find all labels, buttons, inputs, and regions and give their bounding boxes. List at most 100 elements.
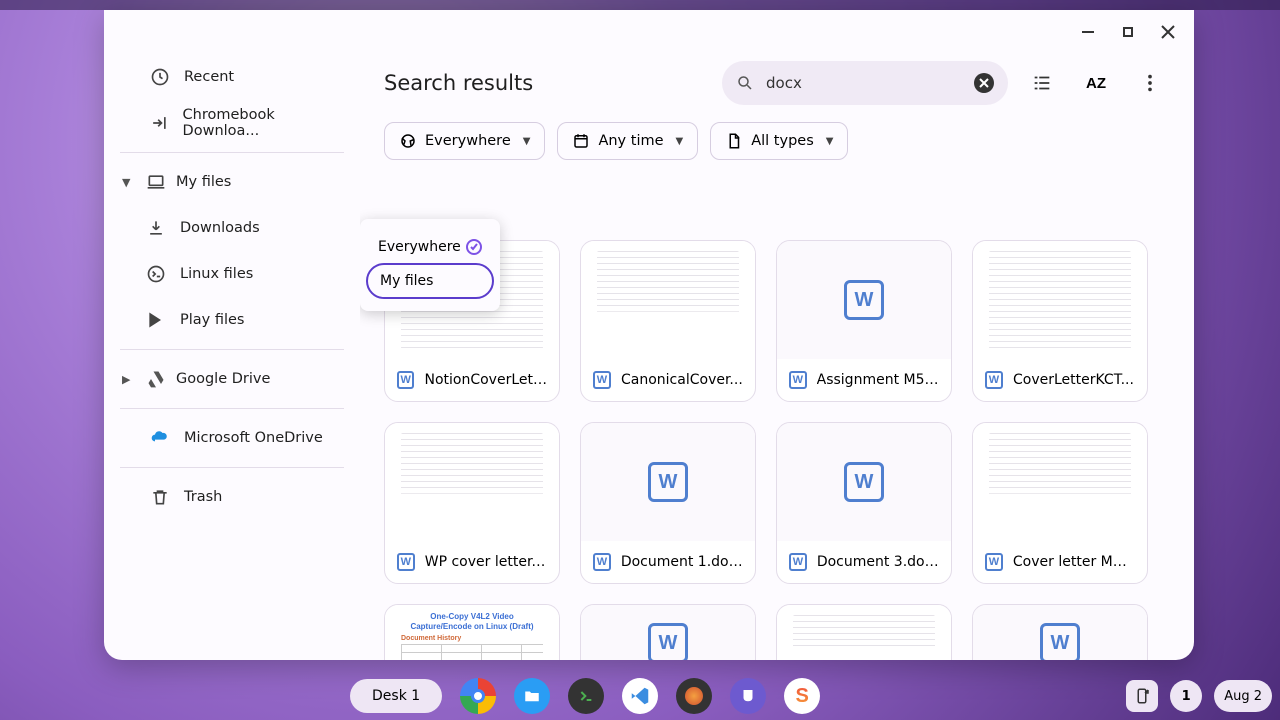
phone-hub-icon: [1133, 687, 1151, 705]
vscode-icon: [629, 685, 651, 707]
file-card[interactable]: WWAssignment M5....: [776, 240, 952, 402]
file-card[interactable]: W: [580, 604, 756, 660]
sidebar-label: Google Drive: [176, 371, 270, 387]
location-option-everywhere[interactable]: Everywhere: [366, 231, 494, 263]
window-titlebar: [104, 10, 1194, 54]
word-icon: W: [789, 371, 807, 389]
sidebar-item-onedrive[interactable]: Microsoft OneDrive: [120, 415, 344, 461]
trash-icon: [150, 487, 170, 507]
terminal-icon: [146, 264, 166, 284]
word-icon: W: [1040, 623, 1080, 660]
chevron-down-icon: ▼: [676, 136, 684, 147]
word-icon: W: [985, 553, 1003, 571]
word-icon: W: [648, 623, 688, 660]
date-display[interactable]: Aug 2: [1214, 680, 1272, 712]
search-input[interactable]: [766, 74, 962, 92]
file-icon: [725, 132, 743, 150]
sidebar-item-google-drive[interactable]: ▶ Google Drive: [120, 356, 344, 402]
folder-icon: [523, 687, 541, 705]
file-card[interactable]: [776, 604, 952, 660]
app-icon: S: [795, 685, 808, 708]
file-card[interactable]: WWP cover letter....: [384, 422, 560, 584]
app-terminal[interactable]: [568, 678, 604, 714]
desk-switcher[interactable]: Desk 1: [350, 679, 442, 713]
sidebar-item-play-files[interactable]: Play files: [120, 297, 344, 343]
app-icon: [685, 687, 703, 705]
file-name: Document 1.docx: [621, 554, 743, 570]
word-icon: W: [593, 371, 611, 389]
app-mastodon[interactable]: [730, 678, 766, 714]
file-name: WP cover letter....: [425, 554, 547, 570]
file-card[interactable]: WWDocument 1.docx: [580, 422, 756, 584]
sidebar-label: Linux files: [180, 266, 253, 282]
main-pane: Search results AZ Everywhere ▼: [360, 54, 1194, 660]
close-button[interactable]: [1152, 16, 1184, 48]
app-pinned-2[interactable]: S: [784, 678, 820, 714]
file-card[interactable]: W: [972, 604, 1148, 660]
app-chrome[interactable]: [460, 678, 496, 714]
word-icon: W: [844, 462, 884, 502]
sidebar-item-recent[interactable]: Recent: [120, 54, 344, 100]
file-name: CoverLetterKCT...: [1013, 372, 1134, 388]
sidebar-item-linux-files[interactable]: Linux files: [120, 251, 344, 297]
google-drive-icon: [146, 369, 166, 389]
clear-search-button[interactable]: [974, 73, 994, 93]
shelf: Desk 1 S 1 Aug 2: [0, 672, 1280, 720]
document-thumbnail: [597, 251, 739, 349]
phone-hub-button[interactable]: [1126, 680, 1158, 712]
status-area[interactable]: 1 Aug 2: [1126, 680, 1272, 712]
maximize-icon: [1123, 27, 1133, 37]
file-name: NotionCoverLett...: [424, 372, 547, 388]
sidebar: Recent Chromebook Downloa... ▼ My files …: [104, 54, 360, 660]
filter-type[interactable]: All types ▼: [710, 122, 848, 160]
filter-location[interactable]: Everywhere ▼: [384, 122, 545, 160]
chevron-down-icon: ▼: [122, 176, 136, 189]
files-window: Recent Chromebook Downloa... ▼ My files …: [104, 10, 1194, 660]
globe-icon: [399, 132, 417, 150]
file-name: Cover letter MC...: [1013, 554, 1135, 570]
app-pinned-1[interactable]: [676, 678, 712, 714]
sidebar-label: My files: [176, 174, 231, 190]
sidebar-label: Chromebook Downloa...: [183, 107, 338, 139]
terminal-icon: [578, 688, 594, 704]
close-icon: [1161, 25, 1175, 39]
page-title: Search results: [384, 71, 708, 95]
sidebar-item-chromebook-downloads[interactable]: Chromebook Downloa...: [120, 100, 344, 146]
file-card[interactable]: WCoverLetterKCT...: [972, 240, 1148, 402]
list-view-icon: [1031, 72, 1053, 94]
file-card[interactable]: W CanonicalCover...: [580, 240, 756, 402]
sidebar-item-downloads[interactable]: Downloads: [120, 205, 344, 251]
results-grid: W NotionCoverLett... W CanonicalCover... WWA…: [384, 240, 1170, 660]
sort-button[interactable]: AZ: [1076, 63, 1116, 103]
maximize-button[interactable]: [1112, 16, 1144, 48]
sidebar-label: Play files: [180, 312, 245, 328]
document-thumbnail: [989, 251, 1131, 349]
search-icon: [736, 74, 754, 92]
play-store-icon: [146, 310, 166, 330]
sidebar-item-trash[interactable]: Trash: [120, 474, 344, 520]
file-card[interactable]: One-Copy V4L2 VideoCapture/Encode on Lin…: [384, 604, 560, 660]
sidebar-label: Microsoft OneDrive: [184, 430, 323, 446]
document-thumbnail: [401, 433, 543, 531]
sidebar-item-my-files[interactable]: ▼ My files: [120, 159, 344, 205]
file-name: CanonicalCover...: [621, 372, 743, 388]
mastodon-icon: [739, 687, 757, 705]
document-thumbnail: [793, 615, 935, 660]
app-files[interactable]: [514, 678, 550, 714]
list-view-button[interactable]: [1022, 63, 1062, 103]
chevron-down-icon: ▼: [523, 136, 531, 147]
search-field[interactable]: [722, 61, 1008, 105]
app-vscode[interactable]: [622, 678, 658, 714]
minimize-button[interactable]: [1072, 16, 1104, 48]
close-icon: [979, 78, 989, 88]
filter-time[interactable]: Any time ▼: [557, 122, 698, 160]
file-card[interactable]: WWDocument 3.docx: [776, 422, 952, 584]
notification-count[interactable]: 1: [1170, 680, 1202, 712]
file-card[interactable]: W Cover letter MC...: [972, 422, 1148, 584]
onedrive-icon: [150, 428, 170, 448]
location-option-my-files[interactable]: My files: [366, 263, 494, 299]
chevron-right-icon: ▶: [122, 373, 136, 386]
more-button[interactable]: [1130, 63, 1170, 103]
word-icon: W: [593, 553, 611, 571]
document-thumbnail: [989, 433, 1131, 531]
